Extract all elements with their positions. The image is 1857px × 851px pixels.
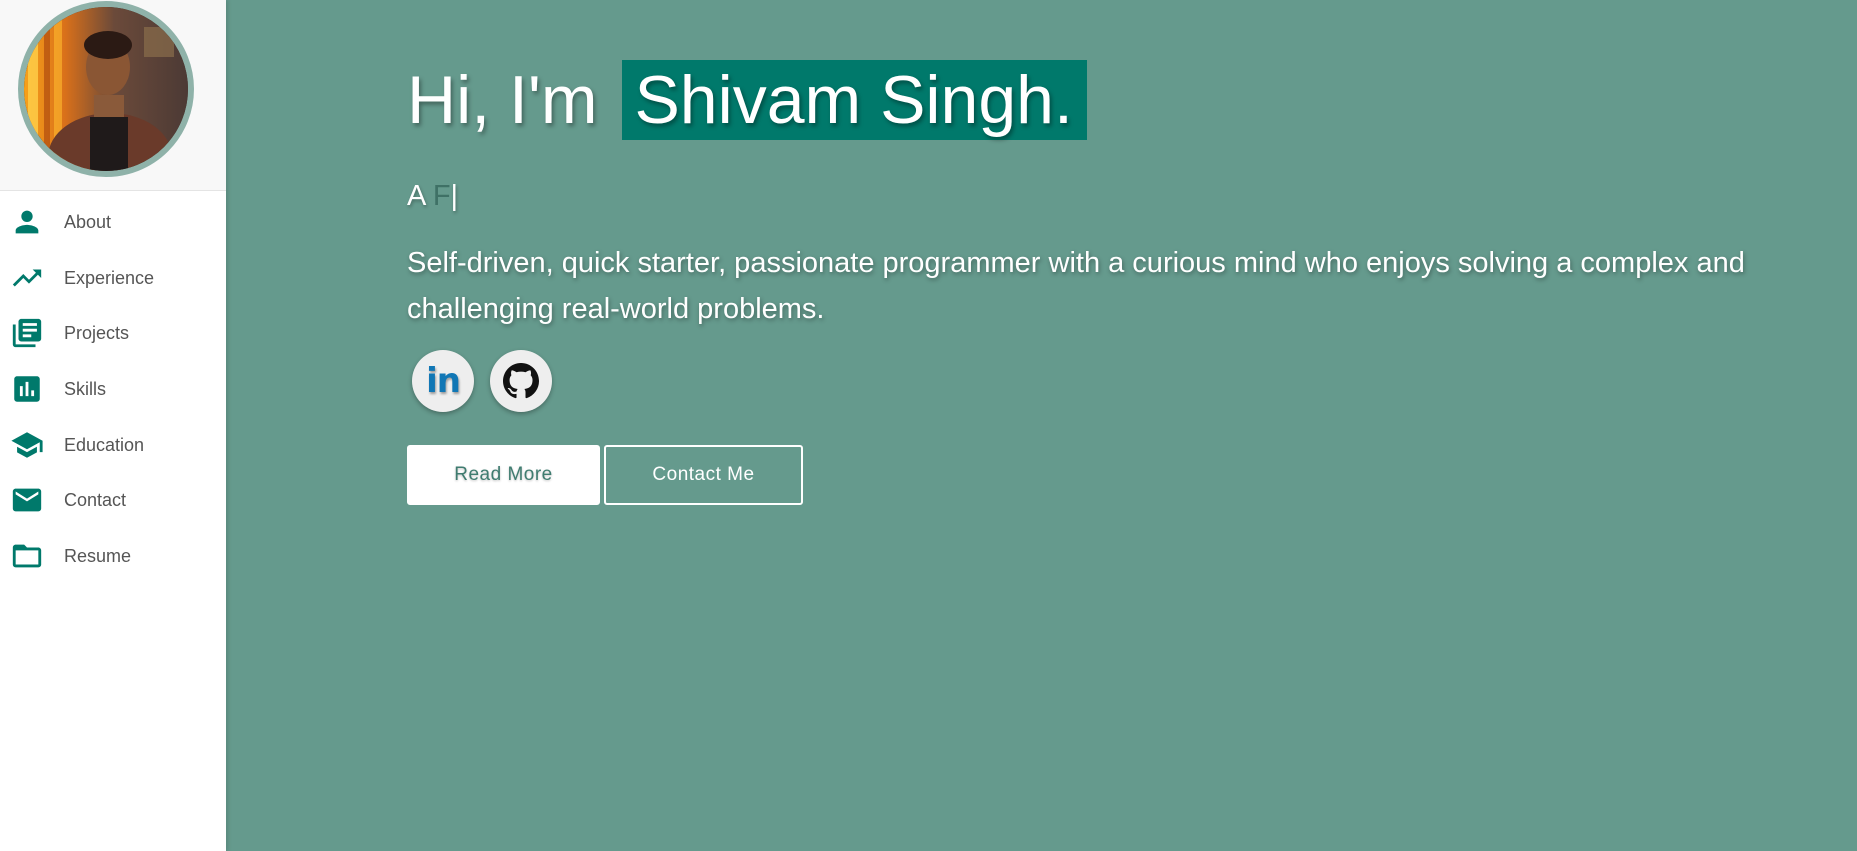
- sidebar-item-contact[interactable]: Contact: [0, 476, 226, 524]
- sidebar-item-projects[interactable]: Projects: [0, 309, 226, 357]
- github-icon: [503, 363, 539, 399]
- sidebar-item-label: Resume: [64, 545, 132, 566]
- hero-section: Hi, I'm Shivam Singh. A F| Self-driven, …: [226, 0, 1857, 851]
- typed-prefix: A: [407, 180, 425, 212]
- sidebar-item-experience[interactable]: Experience: [0, 254, 226, 302]
- sidebar-item-skills[interactable]: Skills: [0, 365, 226, 413]
- sidebar-item-about[interactable]: About: [0, 198, 226, 246]
- sidebar-item-label: Contact: [64, 489, 127, 510]
- sidebar-item-label: Projects: [64, 322, 130, 343]
- profile-header: [0, 0, 226, 191]
- github-link[interactable]: [490, 350, 552, 412]
- app: About Experience Projects Skills Educati…: [0, 0, 1857, 851]
- hero-greeting: Hi, I'm: [407, 62, 598, 138]
- read-more-button[interactable]: Read More: [407, 445, 600, 505]
- linkedin-icon-text: in: [426, 361, 461, 401]
- graduation-cap-icon: [10, 428, 44, 462]
- sidebar-item-label: About: [64, 211, 112, 232]
- trending-up-icon: [10, 261, 44, 295]
- avatar: [18, 1, 194, 177]
- linkedin-icon: in: [423, 361, 463, 401]
- typed-text: F: [432, 180, 451, 212]
- sidebar-item-resume[interactable]: Resume: [0, 532, 226, 580]
- hero-title: Hi, I'm Shivam Singh.: [407, 58, 1087, 142]
- typing-cursor: |: [450, 180, 459, 212]
- linkedin-link[interactable]: in: [412, 350, 474, 412]
- person-icon: [10, 205, 44, 239]
- library-books-icon: [10, 316, 44, 350]
- sidebar-item-education[interactable]: Education: [0, 421, 226, 469]
- mail-icon: [10, 483, 44, 517]
- bar-chart-icon: [10, 372, 44, 406]
- contact-me-button[interactable]: Contact Me: [604, 445, 803, 505]
- sidebar-item-label: Skills: [64, 378, 107, 399]
- sidebar: About Experience Projects Skills Educati…: [0, 0, 226, 851]
- hero-bio: Self-driven, quick starter, passionate p…: [407, 247, 1745, 325]
- hero-name: Shivam Singh.: [622, 60, 1087, 140]
- sidebar-item-label: Education: [64, 434, 145, 455]
- sidebar-item-label: Experience: [64, 267, 155, 288]
- folder-icon: [10, 539, 44, 573]
- typed-role: A F|: [407, 180, 458, 213]
